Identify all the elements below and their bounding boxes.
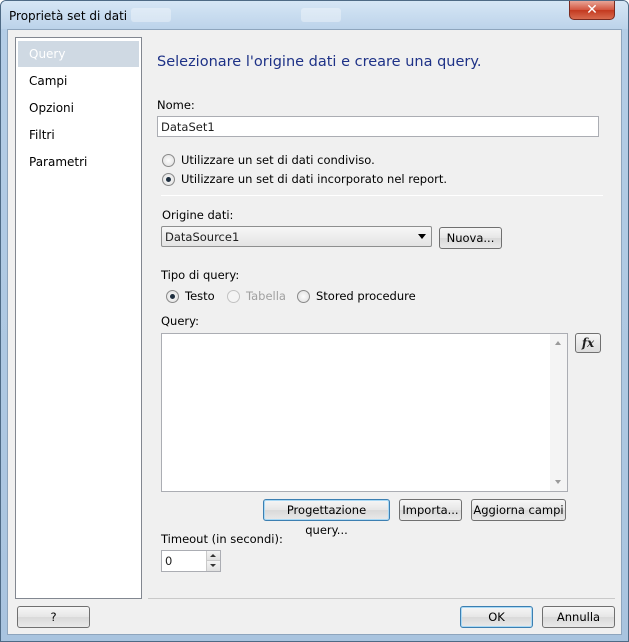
- dialog-client-area: Query Campi Opzioni Filtri Parametri Sel…: [7, 29, 622, 635]
- query-type-table-radio: [227, 290, 240, 303]
- page-list: Query Campi Opzioni Filtri Parametri: [15, 37, 142, 599]
- embedded-dataset-label[interactable]: Utilizzare un set di dati incorporato ne…: [181, 172, 447, 186]
- footer-divider: [148, 598, 615, 599]
- datasource-value: DataSource1: [165, 230, 240, 244]
- close-button[interactable]: ✕: [569, 1, 615, 20]
- fx-icon: fx: [581, 336, 595, 350]
- divider: [161, 195, 603, 196]
- query-type-stored-procedure-label[interactable]: Stored procedure: [316, 289, 416, 303]
- query-type-stored-procedure-radio[interactable]: [297, 290, 310, 303]
- refresh-fields-button[interactable]: Aggiorna campi: [471, 499, 566, 521]
- timeout-stepper[interactable]: 0: [161, 550, 221, 572]
- query-type-text-label[interactable]: Testo: [185, 289, 215, 303]
- nav-item-query[interactable]: Query: [18, 41, 139, 67]
- nav-item-label: Parametri: [29, 155, 88, 169]
- name-label: Nome:: [157, 98, 195, 112]
- timeout-label: Timeout (in secondi):: [161, 532, 283, 546]
- chevron-down-icon: [418, 234, 426, 239]
- dialog-window: Proprietà set di dati ✕ Query Campi Opzi…: [0, 0, 629, 642]
- query-label: Query:: [161, 314, 199, 328]
- nav-item-label: Filtri: [29, 128, 55, 142]
- nav-item-label: Campi: [29, 74, 68, 88]
- page-heading: Selezionare l'origine dati e creare una …: [157, 54, 482, 70]
- datasource-label: Origine dati:: [162, 208, 234, 222]
- help-button[interactable]: ?: [17, 606, 90, 628]
- stepper-buttons: [206, 551, 220, 571]
- nav-item-opzioni[interactable]: Opzioni: [18, 95, 139, 121]
- cancel-button[interactable]: Annulla: [542, 606, 615, 628]
- decrement-icon[interactable]: [207, 561, 220, 571]
- query-textarea[interactable]: [161, 333, 568, 492]
- scroll-down-icon[interactable]: [555, 480, 561, 484]
- background-blur: [301, 8, 341, 22]
- query-type-label: Tipo di query:: [161, 268, 240, 282]
- close-icon: ✕: [586, 2, 598, 18]
- increment-icon[interactable]: [207, 551, 220, 561]
- window-title: Proprietà set di dati: [9, 9, 128, 23]
- query-type-text-radio[interactable]: [166, 290, 179, 303]
- ok-button[interactable]: OK: [460, 606, 533, 628]
- new-datasource-button[interactable]: Nuova...: [439, 227, 502, 249]
- title-bar[interactable]: Proprietà set di dati ✕: [1, 1, 628, 29]
- import-button[interactable]: Importa...: [399, 499, 462, 521]
- query-scrollbar[interactable]: [550, 334, 567, 491]
- shared-dataset-radio[interactable]: [162, 154, 175, 167]
- name-field[interactable]: DataSet1: [157, 116, 599, 137]
- nav-item-label: Query: [29, 47, 66, 61]
- nav-item-filtri[interactable]: Filtri: [18, 122, 139, 148]
- query-type-table-label: Tabella: [246, 289, 286, 303]
- expression-button[interactable]: fx: [575, 333, 601, 353]
- shared-dataset-label[interactable]: Utilizzare un set di dati condiviso.: [181, 153, 375, 167]
- background-blur: [131, 8, 171, 22]
- scroll-up-icon[interactable]: [555, 341, 561, 345]
- nav-item-label: Opzioni: [29, 101, 74, 115]
- query-designer-button[interactable]: Progettazione query...: [263, 499, 390, 537]
- embedded-dataset-radio[interactable]: [162, 173, 175, 186]
- timeout-value: 0: [165, 554, 173, 568]
- nav-item-parametri[interactable]: Parametri: [18, 149, 139, 175]
- datasource-dropdown[interactable]: DataSource1: [161, 226, 432, 247]
- nav-item-campi[interactable]: Campi: [18, 68, 139, 94]
